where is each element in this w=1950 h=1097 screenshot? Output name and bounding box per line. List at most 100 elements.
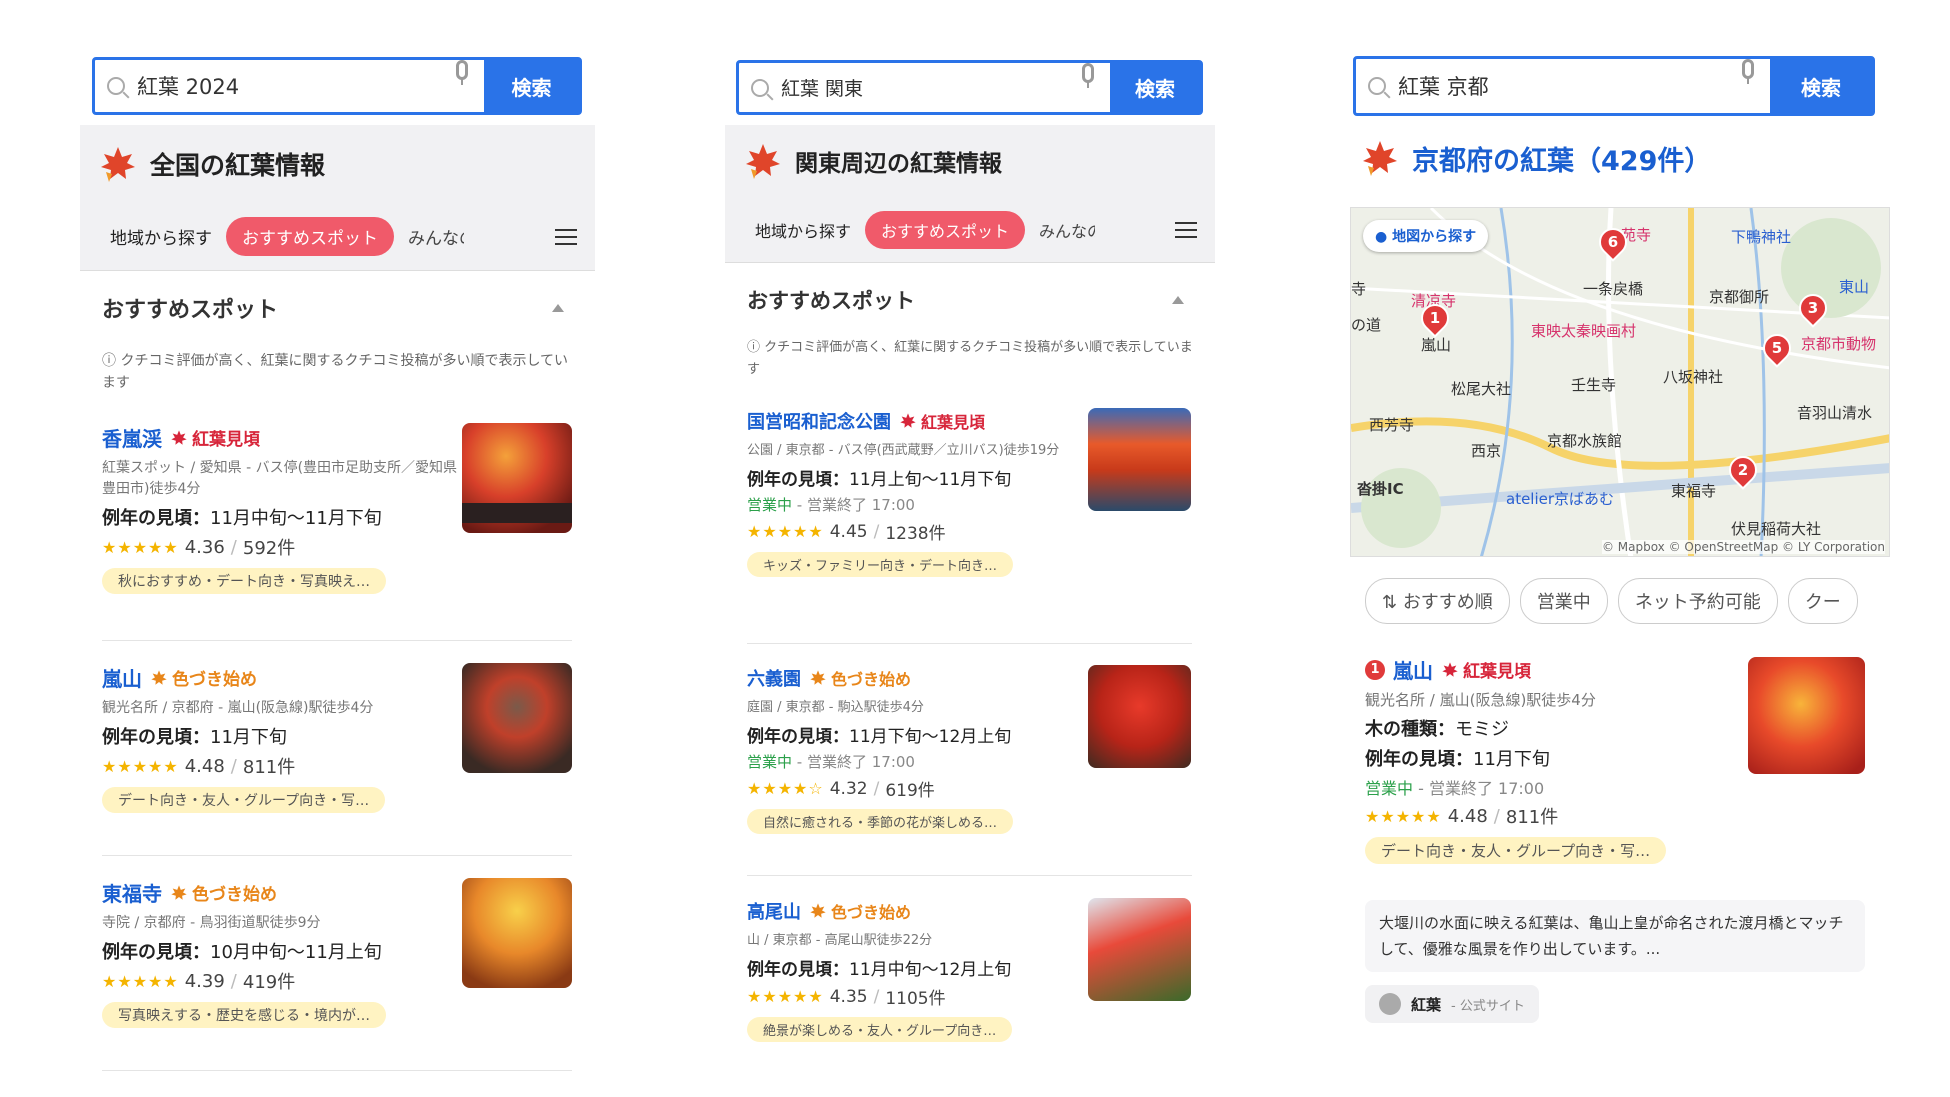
list-icon[interactable] (1175, 221, 1197, 238)
spot-name[interactable]: 高尾山 (747, 898, 801, 924)
reservable-chip[interactable]: ネット予約可能 (1617, 578, 1778, 624)
map-label[interactable]: 松尾大社 (1451, 378, 1511, 399)
status-badge: 色づき始め (150, 665, 257, 690)
tab-region[interactable]: 地域から探す (96, 224, 226, 249)
tag-pill: 秋におすすめ・デート向き・写真映え… (102, 568, 386, 594)
spot-name[interactable]: 国営昭和記念公園 (747, 408, 891, 434)
search-button[interactable]: 検索 (1770, 59, 1872, 113)
open-now-chip[interactable]: 営業中 (1519, 578, 1608, 624)
spot-photo[interactable] (462, 878, 572, 988)
map-label[interactable]: 一条戻橋 (1583, 278, 1643, 299)
leaf-icon (899, 412, 917, 430)
map[interactable]: ● 地図から探す 苑寺 下鴨神社 清凉寺 一条戻橋 京都御所 東山 嵐山 東映太… (1350, 207, 1890, 557)
maple-leaf-icon (98, 144, 138, 184)
search-input[interactable]: 紅葉 京都 (1356, 59, 1726, 113)
mic-icon[interactable] (1082, 63, 1094, 88)
tree-type: 木の種類：モミジ (1365, 719, 1509, 740)
spot-photo[interactable] (462, 423, 572, 533)
search-bar[interactable]: 紅葉 2024 検索 (92, 57, 582, 115)
mic-icon[interactable] (456, 60, 468, 85)
coupon-chip[interactable]: クー (1787, 578, 1858, 624)
list-icon[interactable] (555, 228, 577, 245)
spot-name[interactable]: 東福寺 (102, 878, 162, 907)
rating: ★★★★★ 4.48/811件 (1365, 805, 1559, 829)
peak-season: 例年の見頃：11月上旬〜11月下旬 (747, 470, 1012, 490)
open-status: 営業中 - 営業終了 17:00 (747, 753, 915, 771)
filter-chips: ⇅ おすすめ順 営業中 ネット予約可能 クー (1365, 578, 1890, 624)
list-item[interactable]: 高尾山 色づき始め 山 / 東京都 - 高尾山駅徒歩22分 例年の見頃：11月中… (747, 898, 1097, 1042)
tag-pill: 自然に癒される・季節の花が楽しめる… (747, 809, 1014, 834)
peak-season: 例年の見頃：11月下旬〜12月上旬 (747, 727, 1012, 747)
map-roads (1351, 208, 1889, 556)
map-label[interactable]: 嵐山 (1421, 334, 1451, 355)
collapse-icon[interactable] (1172, 296, 1184, 304)
tab-region[interactable]: 地域から探す (741, 218, 865, 242)
map-label[interactable]: の道 (1351, 314, 1381, 335)
collapse-icon[interactable] (552, 304, 564, 312)
search-bar[interactable]: 紅葉 関東 検索 (736, 60, 1203, 115)
map-label[interactable]: 西京 (1471, 440, 1501, 461)
map-copyright: © Mapbox © OpenStreetMap © LY Corporatio… (1601, 540, 1885, 554)
spot-photo[interactable] (1088, 408, 1191, 511)
list-item[interactable]: 東福寺 色づき始め 寺院 / 京都府 - 鳥羽街道駅徒歩9分 例年の見頃：10月… (102, 878, 462, 1028)
map-label[interactable]: 東福寺 (1671, 480, 1716, 501)
spot-description: 大堰川の水面に映える紅葉は、亀山上皇が命名された渡月橋とマッチして、優雅な風景を… (1365, 900, 1865, 972)
tab-recommended[interactable]: おすすめスポット (865, 210, 1026, 249)
search-input[interactable]: 紅葉 2024 (95, 60, 440, 112)
open-status: 営業中 - 営業終了 17:00 (1365, 779, 1545, 798)
rank-badge: 1 (1365, 659, 1385, 680)
spot-meta: 紅葉スポット / 愛知県 - バス停(豊田市足助支所／愛知県豊田市)徒歩4分 (102, 460, 458, 497)
peak-season: 例年の見頃：11月下旬 (1365, 749, 1550, 770)
list-item[interactable]: 六義園 色づき始め 庭園 / 東京都 - 駒込駅徒歩4分 例年の見頃：11月下旬… (747, 665, 1097, 834)
spot-photo[interactable] (462, 663, 572, 773)
official-site-link[interactable]: 紅葉 - 公式サイト (1365, 985, 1539, 1023)
search-button[interactable]: 検索 (484, 60, 579, 112)
map-label[interactable]: 東映太秦映画村 (1531, 320, 1636, 341)
spot-photo[interactable] (1088, 665, 1191, 768)
map-label[interactable]: 沓掛IC (1357, 478, 1404, 499)
search-button[interactable]: 検索 (1110, 63, 1200, 112)
map-label[interactable]: 音羽山清水 (1797, 402, 1872, 423)
status-badge: 紅葉見頃 (899, 409, 985, 433)
status-badge: 色づき始め (170, 880, 277, 905)
tag-pill: キッズ・ファミリー向き・デート向き… (747, 552, 1014, 577)
search-input[interactable]: 紅葉 関東 (739, 63, 1066, 112)
map-label[interactable]: atelier京ばあむ (1506, 488, 1614, 509)
open-status: 営業中 - 営業終了 17:00 (747, 496, 915, 514)
tab-bar: 地域から探す おすすめスポット みんなの (725, 197, 1215, 263)
map-search-button[interactable]: ● 地図から探す (1363, 220, 1489, 252)
tab-everyone[interactable]: みんなの (394, 224, 464, 249)
list-item[interactable]: 1 嵐山 紅葉見頃 観光名所 / 嵐山(阪急線)駅徒歩4分 木の種類：モミジ 例年… (1365, 655, 1725, 864)
map-label[interactable]: 下鴨神社 (1731, 226, 1791, 247)
mic-icon[interactable] (1742, 59, 1754, 84)
map-label[interactable]: 八坂神社 (1663, 366, 1723, 387)
status-badge: 紅葉見頃 (1441, 657, 1531, 682)
map-label[interactable]: 伏見稲荷大社 (1731, 518, 1821, 539)
map-label[interactable]: 京都市動物 (1801, 333, 1876, 354)
page-header: 関東周辺の紅葉情報 (725, 125, 1215, 197)
info-note: ⓘ クチコミ評価が高く、紅葉に関するクチコミ投稿が多い順で表示しています (747, 340, 1193, 377)
tab-everyone[interactable]: みんなの (1025, 218, 1095, 242)
spot-meta: 山 / 東京都 - 高尾山駅徒歩22分 (747, 933, 933, 948)
sort-chip[interactable]: ⇅ おすすめ順 (1365, 578, 1510, 624)
map-label[interactable]: 東山 (1839, 276, 1869, 297)
tag-pill: デート向き・友人・グループ向き・写… (102, 787, 386, 813)
maple-leaf-icon (1360, 138, 1400, 178)
spot-photo[interactable] (1088, 898, 1191, 1001)
search-bar[interactable]: 紅葉 京都 検索 (1353, 56, 1875, 116)
map-label[interactable]: 京都水族館 (1547, 430, 1622, 451)
tab-recommended[interactable]: おすすめスポット (226, 217, 394, 256)
map-label[interactable]: 壬生寺 (1571, 374, 1616, 395)
list-item[interactable]: 香嵐渓 紅葉見頃 紅葉スポット / 愛知県 - バス停(豊田市足助支所／愛知県豊… (102, 423, 462, 594)
spot-name[interactable]: 嵐山 (102, 663, 142, 692)
map-label[interactable]: 西芳寺 (1369, 414, 1414, 435)
map-label[interactable]: 京都御所 (1709, 286, 1769, 307)
spot-name[interactable]: 香嵐渓 (102, 423, 162, 452)
map-label[interactable]: 寺 (1351, 278, 1366, 299)
spot-name[interactable]: 嵐山 (1393, 655, 1433, 684)
list-item[interactable]: 嵐山 色づき始め 観光名所 / 京都府 - 嵐山(阪急線)駅徒歩4分 例年の見頃… (102, 663, 462, 813)
list-item[interactable]: 国営昭和記念公園 紅葉見頃 公園 / 東京都 - バス停(西武蔵野／立川バス)徒… (747, 408, 1097, 577)
spot-photo[interactable] (1748, 657, 1865, 774)
rating: ★★★★☆ 4.32/619件 (747, 778, 935, 802)
spot-name[interactable]: 六義園 (747, 665, 801, 691)
